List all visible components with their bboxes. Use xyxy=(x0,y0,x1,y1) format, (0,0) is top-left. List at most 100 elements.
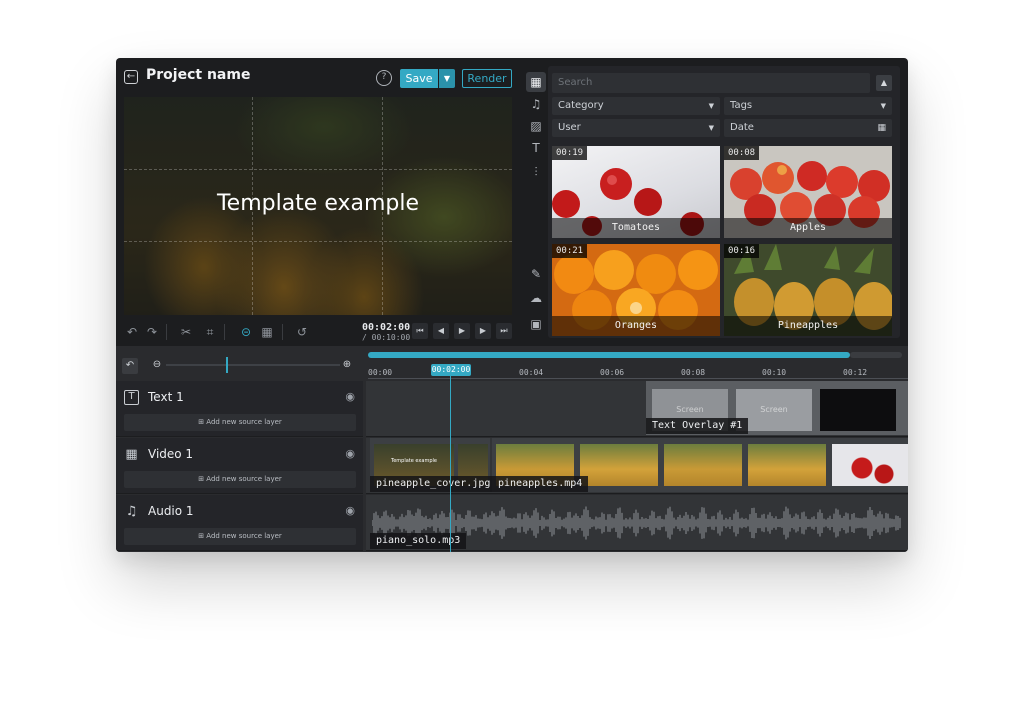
ruler-tick-label: 00:00 xyxy=(368,368,393,377)
step-forward-icon[interactable]: ▶ xyxy=(475,323,491,339)
preview-canvas[interactable]: Template example xyxy=(124,97,512,315)
upload-cloud-icon[interactable]: ☁ xyxy=(526,288,546,308)
track-lane-audio[interactable]: piano_solo.mp3 xyxy=(366,495,908,551)
clip-frame xyxy=(820,389,896,431)
loop-icon[interactable]: ↺ xyxy=(294,324,310,340)
film-icon: ▦ xyxy=(125,447,138,462)
play-icon[interactable]: ▶ xyxy=(454,323,470,339)
media-item-title: Pineapples xyxy=(724,316,892,336)
clip-label: pineapple_cover.jpg xyxy=(370,476,497,492)
category-select[interactable]: Category ▼ xyxy=(552,97,720,115)
user-select-label: User xyxy=(558,122,581,133)
media-item-oranges[interactable]: 00:21 Oranges xyxy=(552,244,720,336)
timeline-undo-icon[interactable]: ↶ xyxy=(122,358,138,374)
sliders-icon[interactable]: ⫶ xyxy=(526,162,546,182)
pen-icon[interactable]: ✎ xyxy=(526,264,546,284)
add-source-layer-label: Add new source layer xyxy=(206,418,282,426)
eye-icon[interactable]: ◉ xyxy=(345,447,355,460)
pineapples-clip[interactable]: pineapples.mp4 xyxy=(492,438,908,492)
image-icon[interactable]: ▨ xyxy=(526,116,546,136)
video-editor-window: ← Project name ? Save ▼ Render Template … xyxy=(116,58,908,552)
ruler-tick-label: 00:12 xyxy=(843,368,868,377)
track-lane-text[interactable]: Screen Screen Text Overlay #1 xyxy=(366,381,908,437)
track-name: Audio 1 xyxy=(148,504,194,518)
ruler-tick-label: 00:06 xyxy=(600,368,625,377)
user-select[interactable]: User ▼ xyxy=(552,119,720,137)
eye-icon[interactable]: ◉ xyxy=(345,504,355,517)
add-source-layer-button[interactable]: ⊞ Add new source layer xyxy=(124,528,356,545)
media-item-title: Apples xyxy=(724,218,892,238)
toolbar-divider xyxy=(282,324,283,340)
grid-icon[interactable]: ▦ xyxy=(526,72,546,92)
add-source-layer-button[interactable]: ⊞ Add new source layer xyxy=(124,471,356,488)
track-name: Video 1 xyxy=(148,447,194,461)
grid-guide-horizontal xyxy=(124,169,512,170)
playhead-time-label[interactable]: 00:02:00 xyxy=(431,364,471,376)
date-picker-label: Date xyxy=(730,122,754,133)
zoom-out-icon[interactable]: ⊖ xyxy=(150,358,164,372)
scissors-icon[interactable]: ✂ xyxy=(178,324,194,340)
pineapple-cover-clip[interactable]: Template example pineapple_cover.jpg xyxy=(370,438,497,492)
music-note-icon: ♫ xyxy=(125,504,138,519)
chevron-down-icon: ▼ xyxy=(708,124,714,132)
ruler-tick-label: 00:04 xyxy=(519,368,544,377)
zoom-slider-handle[interactable] xyxy=(226,357,228,373)
template-text-layer[interactable]: Template example xyxy=(124,191,512,216)
project-title[interactable]: Project name xyxy=(146,67,250,83)
text-overlay-clip[interactable]: Screen Screen Text Overlay #1 xyxy=(646,381,908,435)
grid-toggle-icon[interactable]: ▦ xyxy=(259,324,275,340)
clip-frame-caption: Template example xyxy=(391,458,437,464)
timeline-scrollbar-track[interactable] xyxy=(850,352,902,358)
help-icon[interactable]: ? xyxy=(376,70,392,86)
skip-to-end-icon[interactable]: ⏭ xyxy=(496,323,512,339)
grid-guide-horizontal xyxy=(124,241,512,242)
eye-icon[interactable]: ◉ xyxy=(345,390,355,403)
calendar-icon: ▦ xyxy=(877,123,886,133)
add-source-layer-label: Add new source layer xyxy=(206,475,282,483)
search-input[interactable]: Search xyxy=(552,73,870,93)
redo-icon[interactable]: ↷ xyxy=(144,324,160,340)
back-arrow-icon[interactable]: ← xyxy=(124,70,138,84)
date-picker[interactable]: Date ▦ xyxy=(724,119,892,137)
add-source-layer-button[interactable]: ⊞ Add new source layer xyxy=(124,414,356,431)
clip-frame xyxy=(580,444,658,486)
track-header-audio[interactable]: ♫ Audio 1 ◉ ⊞ Add new source layer xyxy=(116,495,363,551)
render-button[interactable]: Render xyxy=(462,69,512,88)
add-source-layer-label: Add new source layer xyxy=(206,532,282,540)
music-icon[interactable]: ♫ xyxy=(526,94,546,114)
media-item-apples[interactable]: 00:08 Apples xyxy=(724,146,892,238)
media-item-title: Oranges xyxy=(552,316,720,336)
tags-select-label: Tags xyxy=(730,100,753,111)
duration-badge: 00:21 xyxy=(552,244,588,258)
playhead[interactable] xyxy=(450,376,451,552)
zoom-slider-track[interactable] xyxy=(166,364,340,366)
save-button[interactable]: Save xyxy=(400,69,438,88)
save-dropdown-chevron-icon[interactable]: ▼ xyxy=(439,69,455,88)
clip-frame xyxy=(664,444,742,486)
clip-label: Text Overlay #1 xyxy=(646,418,749,434)
ruler-tick-label: 00:10 xyxy=(762,368,787,377)
track-header-video[interactable]: ▦ Video 1 ◉ ⊞ Add new source layer xyxy=(116,438,363,494)
timeline-scrollbar[interactable] xyxy=(368,352,850,358)
text-icon[interactable]: T xyxy=(526,138,546,158)
total-time: / 00:10:00 xyxy=(362,333,411,342)
export-icon[interactable]: ▣ xyxy=(526,314,546,334)
chevron-down-icon: ▼ xyxy=(880,102,886,110)
clip-frame xyxy=(748,444,826,486)
duration-badge: 00:19 xyxy=(552,146,588,160)
toolbar-divider xyxy=(224,324,225,340)
snap-icon[interactable]: ⊝ xyxy=(238,324,254,340)
media-item-pineapples[interactable]: 00:16 Pineapples xyxy=(724,244,892,336)
collapse-up-icon[interactable]: ▲ xyxy=(876,75,892,91)
skip-to-start-icon[interactable]: ⏮ xyxy=(412,323,428,339)
track-lane-video[interactable]: Template example pineapple_cover.jpg pin… xyxy=(366,438,908,494)
ruler-tick-label: 00:08 xyxy=(681,368,706,377)
track-header-text[interactable]: T Text 1 ◉ ⊞ Add new source layer xyxy=(116,381,363,437)
undo-icon[interactable]: ↶ xyxy=(124,324,140,340)
clip-label: pineapples.mp4 xyxy=(492,476,589,492)
media-item-tomatoes[interactable]: 00:19 Tomatoes xyxy=(552,146,720,238)
zoom-in-icon[interactable]: ⊕ xyxy=(340,358,354,372)
step-back-icon[interactable]: ◀ xyxy=(433,323,449,339)
tags-select[interactable]: Tags ▼ xyxy=(724,97,892,115)
crop-icon[interactable]: ⌗ xyxy=(202,324,218,340)
